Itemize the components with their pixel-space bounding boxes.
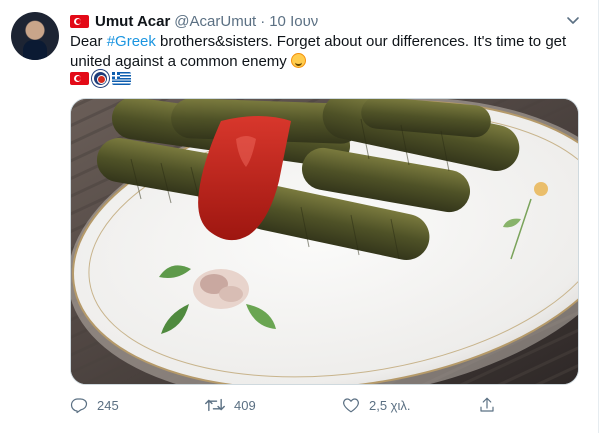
- hashtag-link[interactable]: #Greek: [107, 33, 156, 50]
- smiling-face-emoji: [290, 53, 306, 68]
- reply-icon: [70, 398, 88, 414]
- like-button[interactable]: 2,5 χιλ.: [342, 396, 411, 414]
- heart-icon: [343, 398, 359, 413]
- author-handle[interactable]: @AcarUmut: [174, 13, 256, 30]
- stuffed-grape-leaves-photo: [71, 99, 578, 384]
- tweet-timestamp[interactable]: 10 Ιουν: [269, 13, 318, 30]
- retweet-button[interactable]: 409: [205, 396, 256, 414]
- like-count: 2,5 χιλ.: [369, 397, 411, 413]
- turkey-flag-icon: [70, 14, 89, 28]
- flags-row: [70, 70, 131, 87]
- tweet-card[interactable]: Umut Acar @AcarUmut · 10 Ιουν Dear #Gree…: [0, 0, 599, 433]
- greece-flag-icon: [112, 72, 131, 85]
- retweet-icon: [205, 398, 225, 412]
- tweet-photo[interactable]: [70, 98, 579, 385]
- turkey-flag-icon: [70, 72, 89, 85]
- reply-count: 245: [97, 397, 119, 413]
- share-icon: [480, 397, 494, 412]
- reply-button[interactable]: 245: [70, 396, 119, 414]
- chevron-down-icon[interactable]: [563, 10, 583, 30]
- tweet-text: Dear #Greek brothers&sisters. Forget abo…: [70, 32, 570, 72]
- avatar[interactable]: [11, 12, 59, 60]
- author-name[interactable]: Umut Acar: [95, 13, 170, 30]
- separator-dot: ·: [260, 12, 266, 30]
- share-button[interactable]: [478, 396, 496, 414]
- text-prefix: Dear: [70, 33, 107, 50]
- retweet-count: 409: [234, 397, 256, 413]
- tweet-header: Umut Acar @AcarUmut · 10 Ιουν: [70, 12, 318, 30]
- greek-navy-roundel-icon: [92, 70, 109, 87]
- action-bar: 245 409 2,5 χιλ.: [70, 396, 500, 416]
